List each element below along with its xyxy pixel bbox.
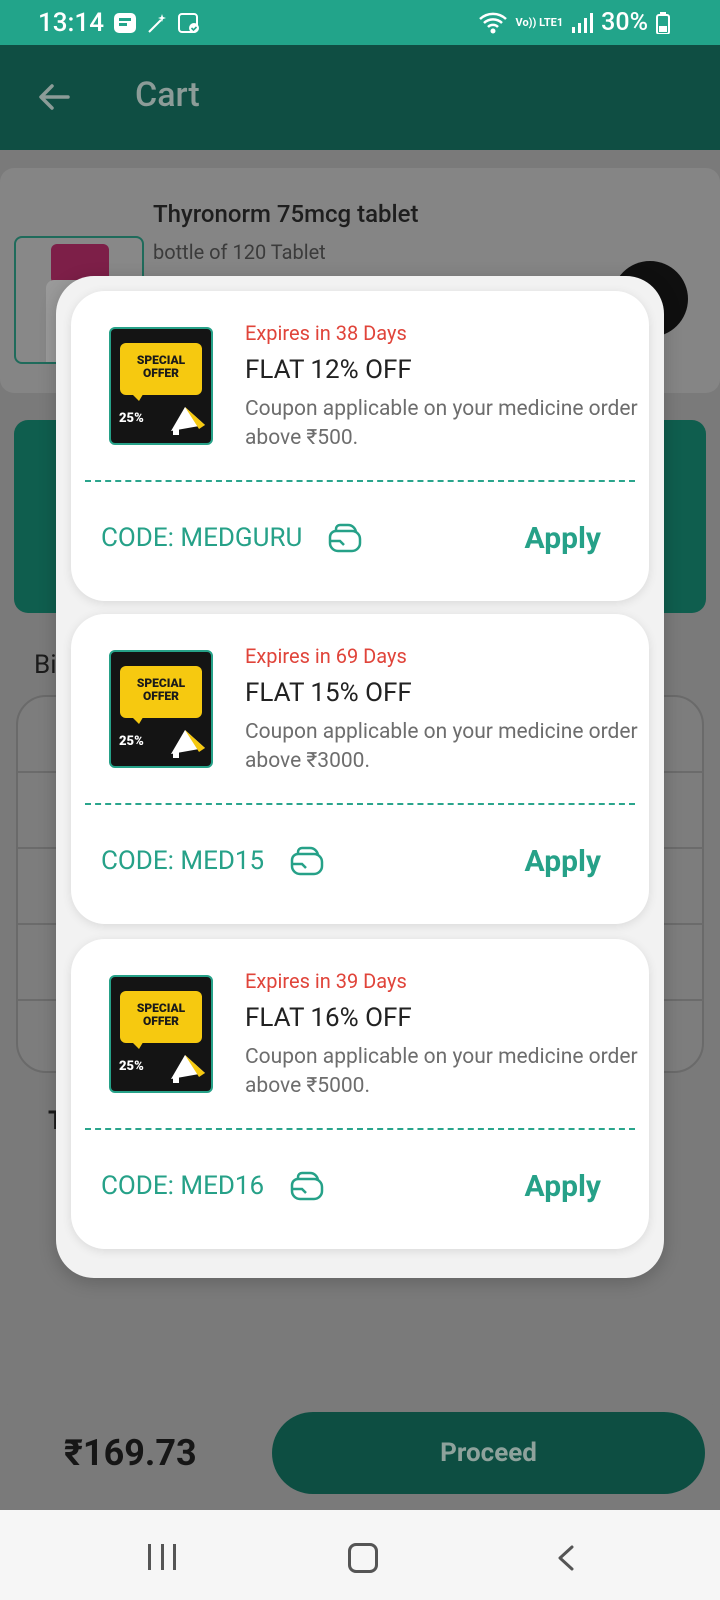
status-right: Vo)) LTE1 30%	[478, 8, 670, 37]
notification-icons	[113, 12, 201, 34]
coupon-card: SPECIAL OFFER 25% Expires in 69 Days FLA…	[71, 614, 649, 924]
coupon-description: Coupon applicable on your medicine order…	[245, 397, 638, 450]
apply-button[interactable]: Apply	[525, 1169, 601, 1204]
badge-text: SPECIAL OFFER	[120, 991, 202, 1043]
product-pack: bottle of 120 Tablet	[153, 240, 326, 264]
app-notification-icon	[113, 12, 137, 34]
coupon-code: CODE: MED15	[101, 846, 265, 876]
recent-apps-icon[interactable]	[148, 1544, 176, 1572]
coupon-title: FLAT 16% OFF	[245, 1003, 412, 1033]
special-offer-badge: SPECIAL OFFER 25%	[109, 327, 213, 445]
coupon-card: SPECIAL OFFER 25% Expires in 38 Days FLA…	[71, 291, 649, 601]
coupon-code-row: CODE: MED15	[101, 846, 324, 876]
badge-text: SPECIAL OFFER	[120, 343, 202, 395]
wifi-icon	[478, 12, 507, 33]
coupon-expiry: Expires in 69 Days	[245, 644, 407, 668]
megaphone-icon	[171, 407, 205, 435]
network-type: Vo)) LTE1	[515, 16, 564, 29]
coupon-title: FLAT 15% OFF	[245, 678, 412, 708]
product-name: Thyronorm 75mcg tablet	[153, 200, 419, 228]
divider	[85, 803, 635, 805]
bill-section-title: Bi	[34, 650, 57, 680]
megaphone-icon	[171, 1055, 205, 1083]
copy-icon[interactable]	[290, 846, 324, 876]
megaphone-icon	[171, 730, 205, 758]
coupon-title: FLAT 12% OFF	[245, 355, 412, 385]
badge-percent: 25%	[119, 411, 144, 426]
apply-button[interactable]: Apply	[525, 521, 601, 556]
task-notification-icon	[177, 12, 201, 34]
back-chevron-icon[interactable]	[553, 1544, 581, 1572]
status-time: 13:14	[38, 8, 104, 38]
signal-icon	[572, 12, 594, 33]
home-icon[interactable]	[348, 1543, 378, 1573]
copy-icon[interactable]	[290, 1171, 324, 1201]
coupon-card: SPECIAL OFFER 25% Expires in 39 Days FLA…	[71, 939, 649, 1249]
proceed-button[interactable]: Proceed	[272, 1412, 705, 1494]
copy-icon[interactable]	[328, 523, 362, 553]
divider	[85, 1128, 635, 1130]
app-bar: Cart	[0, 45, 720, 150]
badge-percent: 25%	[119, 1059, 144, 1074]
coupon-code-row: CODE: MEDGURU	[101, 523, 362, 553]
apply-button[interactable]: Apply	[525, 844, 601, 879]
special-offer-badge: SPECIAL OFFER 25%	[109, 650, 213, 768]
page-title: Cart	[135, 75, 200, 115]
cart-total-price: ₹169.73	[64, 1432, 197, 1474]
back-arrow-icon[interactable]	[34, 77, 74, 117]
special-offer-badge: SPECIAL OFFER 25%	[109, 975, 213, 1093]
coupon-expiry: Expires in 39 Days	[245, 969, 407, 993]
coupon-code-row: CODE: MED16	[101, 1171, 324, 1201]
badge-text: SPECIAL OFFER	[120, 666, 202, 718]
badge-percent: 25%	[119, 734, 144, 749]
coupon-description: Coupon applicable on your medicine order…	[245, 720, 638, 773]
coupon-description: Coupon applicable on your medicine order…	[245, 1045, 638, 1098]
coupon-code: CODE: MED16	[101, 1171, 265, 1201]
status-bar: 13:14 Vo)) LTE1 30%	[0, 0, 720, 45]
battery-percent: 30%	[601, 8, 648, 37]
coupon-expiry: Expires in 38 Days	[245, 321, 407, 345]
coupon-code: CODE: MEDGURU	[101, 523, 303, 553]
divider	[85, 480, 635, 482]
magic-wand-icon	[145, 12, 169, 34]
battery-icon	[656, 11, 670, 34]
